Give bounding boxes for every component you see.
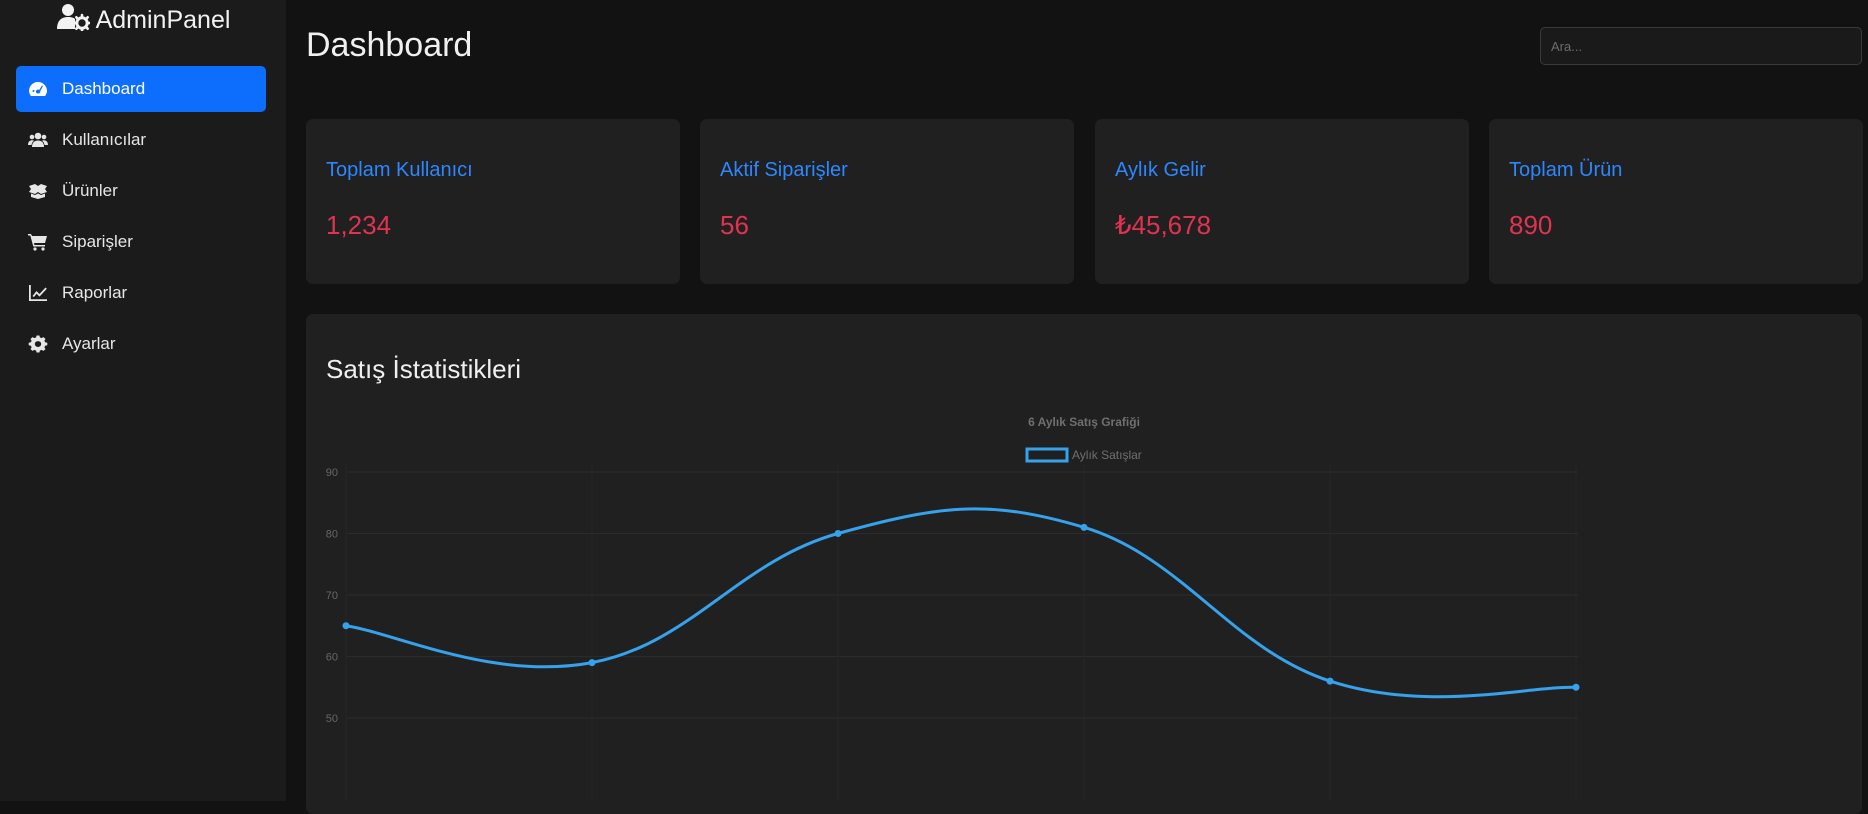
sidebar-item-reports[interactable]: Raporlar bbox=[16, 270, 266, 316]
main-content: Dashboard Toplam Kullanıcı 1,234 Aktif S… bbox=[286, 0, 1868, 814]
y-tick-label: 90 bbox=[326, 467, 338, 479]
sidebar-item-label: Siparişler bbox=[62, 232, 133, 251]
stat-label: Aktif Siparişler bbox=[720, 159, 848, 181]
data-point[interactable] bbox=[834, 530, 842, 537]
data-point[interactable] bbox=[1080, 523, 1088, 531]
data-point[interactable] bbox=[342, 622, 350, 630]
sidebar: AdminPanel Dashboard Kullanıcılar Ürünle… bbox=[0, 0, 286, 801]
sidebar-item-label: Kullanıcılar bbox=[62, 130, 147, 149]
brand[interactable]: AdminPanel bbox=[0, 0, 286, 40]
stat-card-products: Toplam Ürün 890 bbox=[1489, 119, 1863, 284]
legend-swatch bbox=[1025, 447, 1069, 463]
box-icon bbox=[28, 182, 48, 200]
sidebar-nav: Dashboard Kullanıcılar Ürünler Siparişle… bbox=[16, 66, 266, 372]
sidebar-item-users[interactable]: Kullanıcılar bbox=[16, 117, 266, 163]
stats-row: Toplam Kullanıcı 1,234 Aktif Siparişler … bbox=[306, 119, 1863, 284]
y-tick-label: 60 bbox=[326, 652, 338, 664]
y-tick-label: 80 bbox=[326, 529, 338, 541]
sidebar-item-label: Dashboard bbox=[62, 79, 146, 98]
stat-value: ₺45,678 bbox=[1115, 210, 1212, 240]
sidebar-item-products[interactable]: Ürünler bbox=[16, 168, 266, 214]
search-input[interactable] bbox=[1540, 27, 1862, 65]
stat-label: Toplam Ürün bbox=[1509, 159, 1623, 181]
y-tick-label: 50 bbox=[326, 713, 338, 725]
y-tick-label: 70 bbox=[326, 590, 338, 602]
stat-label: Aylık Gelir bbox=[1115, 159, 1206, 181]
stat-card-users: Toplam Kullanıcı 1,234 bbox=[306, 119, 680, 284]
gear-icon bbox=[28, 335, 48, 353]
sidebar-item-label: Ayarlar bbox=[62, 334, 116, 353]
series-line bbox=[345, 507, 1577, 699]
sales-chart-card: Satış İstatistikleri 6 Aylık Satış Grafi… bbox=[306, 314, 1862, 814]
stat-value: 56 bbox=[720, 210, 749, 240]
chart-title: 6 Aylık Satış Grafiği bbox=[1028, 415, 1140, 429]
sidebar-item-label: Raporlar bbox=[62, 283, 128, 302]
sidebar-item-settings[interactable]: Ayarlar bbox=[16, 321, 266, 367]
stat-card-orders: Aktif Siparişler 56 bbox=[700, 119, 1074, 284]
stat-value: 1,234 bbox=[326, 210, 392, 240]
user-gear-icon bbox=[56, 3, 91, 38]
page-title: Dashboard bbox=[306, 26, 473, 64]
sidebar-item-label: Ürünler bbox=[62, 181, 118, 200]
sales-line-chart: 6 Aylık Satış Grafiği Aylık Satışlar 50 6… bbox=[326, 415, 1580, 801]
brand-name: AdminPanel bbox=[95, 5, 231, 34]
chart-legend[interactable]: Aylık Satışlar bbox=[1025, 447, 1142, 463]
data-point[interactable] bbox=[1326, 677, 1334, 685]
legend-label: Aylık Satışlar bbox=[1072, 448, 1142, 462]
line-chart-icon bbox=[28, 284, 48, 302]
users-icon bbox=[28, 131, 48, 149]
stat-card-revenue: Aylık Gelir ₺45,678 bbox=[1095, 119, 1469, 284]
cart-icon bbox=[28, 233, 48, 251]
data-point[interactable] bbox=[588, 659, 596, 667]
stat-label: Toplam Kullanıcı bbox=[326, 159, 473, 181]
gauge-icon bbox=[28, 80, 48, 98]
stat-value: 890 bbox=[1509, 210, 1553, 240]
sidebar-item-orders[interactable]: Siparişler bbox=[16, 219, 266, 265]
data-point[interactable] bbox=[1572, 683, 1580, 691]
sidebar-item-dashboard[interactable]: Dashboard bbox=[16, 66, 266, 112]
